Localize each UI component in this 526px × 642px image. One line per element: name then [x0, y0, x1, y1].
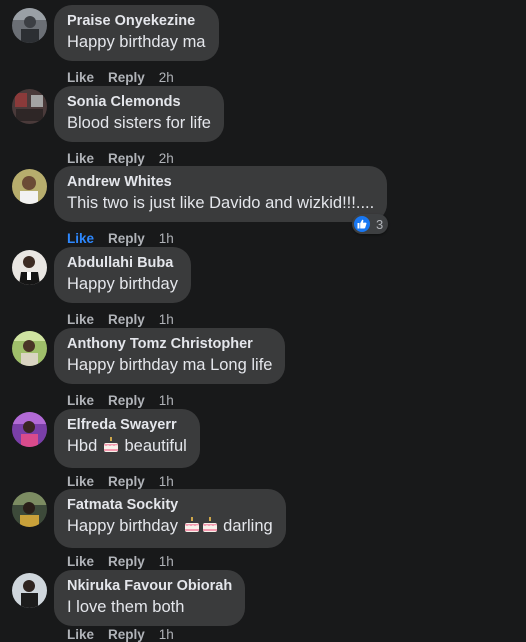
comment-bubble: Nkiruka Favour Obiorah I love them both	[54, 570, 246, 626]
comment-actions: Like Reply 2h	[67, 151, 174, 166]
avatar[interactable]	[12, 331, 47, 366]
comment-bubble: Anthony Tomz Christopher Happy birthday …	[54, 328, 286, 384]
comment-author[interactable]: Sonia Clemonds	[67, 93, 211, 111]
reaction-count: 3	[376, 216, 384, 232]
comment-text: Happy birthday darling	[67, 516, 273, 540]
avatar[interactable]	[12, 492, 47, 527]
comment-actions: Like Reply 1h	[67, 231, 174, 246]
comment-text-start: Happy birthday	[67, 517, 178, 535]
comment-text: Hbd beautiful	[67, 436, 187, 460]
comment-bubble: Elfreda Swayerr Hbd beautiful	[54, 409, 200, 468]
comment-text: Happy birthday ma Long life	[67, 356, 273, 374]
comment-time[interactable]: 1h	[159, 554, 174, 569]
comment-time[interactable]: 2h	[159, 151, 174, 166]
comment-bubble: Praise Onyekezine Happy birthday ma	[54, 5, 219, 61]
like-button[interactable]: Like	[67, 474, 94, 489]
comment-bubble: Sonia Clemonds Blood sisters for life	[54, 86, 224, 142]
comment-bubble: Abdullahi Buba Happy birthday	[54, 247, 191, 303]
comment-text-start: Hbd	[67, 437, 98, 455]
comment-author[interactable]: Abdullahi Buba	[67, 254, 178, 272]
birthday-cake-icon	[183, 516, 201, 540]
birthday-cake-icon	[201, 516, 219, 540]
reply-button[interactable]: Reply	[108, 554, 145, 569]
avatar[interactable]	[12, 250, 47, 285]
like-button[interactable]: Like	[67, 393, 94, 408]
comment-text: Happy birthday ma	[67, 33, 206, 51]
reply-button[interactable]: Reply	[108, 393, 145, 408]
avatar[interactable]	[12, 8, 47, 43]
like-button[interactable]: Like	[67, 231, 94, 246]
reply-button[interactable]: Reply	[108, 151, 145, 166]
comment-author[interactable]: Praise Onyekezine	[67, 12, 206, 30]
comment-actions: Like Reply 1h	[67, 393, 174, 408]
reply-button[interactable]: Reply	[108, 231, 145, 246]
comment-text-end: darling	[223, 517, 273, 535]
comment-text: This two is just like Davido and wizkid!…	[67, 194, 375, 212]
comment-time[interactable]: 1h	[159, 231, 174, 246]
birthday-cake-icon	[102, 436, 120, 460]
like-button[interactable]: Like	[67, 151, 94, 166]
reply-button[interactable]: Reply	[108, 312, 145, 327]
comment-time[interactable]: 2h	[159, 70, 174, 85]
comment-actions: Like Reply 1h	[67, 312, 174, 327]
comment-text-end: beautiful	[124, 437, 187, 455]
comment-author[interactable]: Andrew Whites	[67, 173, 374, 191]
comment-author[interactable]: Elfreda Swayerr	[67, 416, 187, 434]
avatar[interactable]	[12, 412, 47, 447]
comment-time[interactable]: 1h	[159, 312, 174, 327]
like-button[interactable]: Like	[67, 554, 94, 569]
comment-actions: Like Reply 1h	[67, 554, 174, 569]
reply-button[interactable]: Reply	[108, 474, 145, 489]
comment-time[interactable]: 1h	[159, 393, 174, 408]
thumbs-up-icon	[354, 216, 370, 232]
comment-author[interactable]: Nkiruka Favour Obiorah	[67, 577, 232, 595]
avatar[interactable]	[12, 169, 47, 204]
comment-text: Blood sisters for life	[67, 114, 211, 132]
comment-text: Happy birthday	[67, 275, 178, 293]
avatar[interactable]	[12, 573, 47, 608]
comment-bubble: Andrew Whites This two is just like Davi…	[54, 166, 388, 222]
comment-text: I love them both	[67, 598, 185, 616]
comment-actions: Like Reply 1h	[67, 474, 174, 489]
reaction-summary[interactable]: 3	[352, 214, 389, 234]
like-button[interactable]: Like	[67, 312, 94, 327]
comment-bubble: Fatmata Sockity Happy birthday darling	[54, 489, 286, 548]
avatar[interactable]	[12, 89, 47, 124]
comment-author[interactable]: Fatmata Sockity	[67, 496, 273, 514]
comment-author[interactable]: Anthony Tomz Christopher	[67, 335, 272, 353]
like-button[interactable]: Like	[67, 70, 94, 85]
reply-button[interactable]: Reply	[108, 70, 145, 85]
comment-time[interactable]: 1h	[159, 474, 174, 489]
comment-actions: Like Reply 2h	[67, 70, 174, 85]
